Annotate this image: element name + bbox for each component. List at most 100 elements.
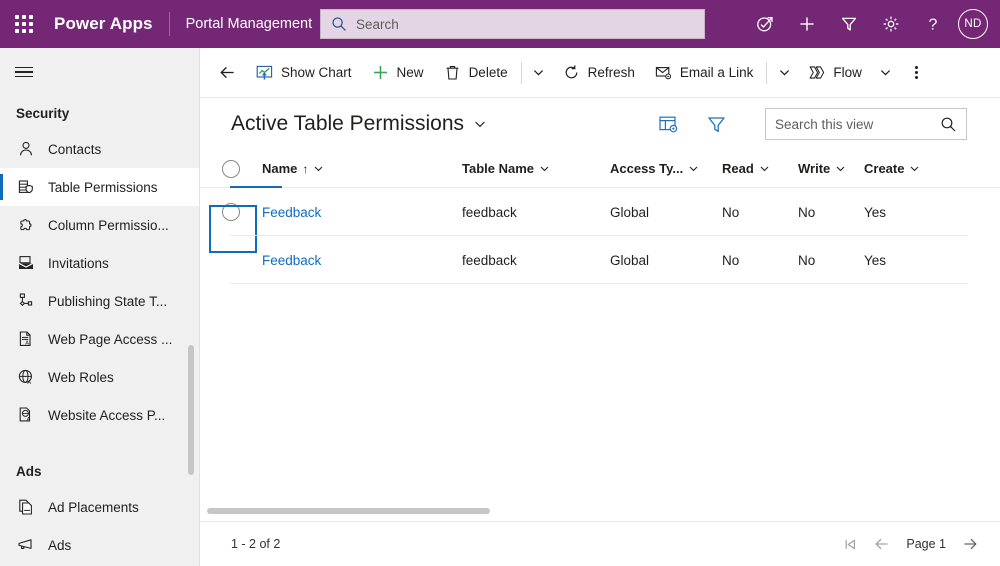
sidebar-item-label: Table Permissions xyxy=(48,179,158,195)
chevron-down-icon xyxy=(759,163,770,174)
row-select-circle-icon[interactable] xyxy=(222,203,240,221)
edit-columns-icon[interactable] xyxy=(655,111,681,137)
table-row[interactable]: Feedback feedback Global No No Yes xyxy=(200,188,1000,253)
nav-group-ads: Ads xyxy=(16,463,42,479)
column-header-table-name[interactable]: Table Name xyxy=(462,161,610,176)
column-header-write[interactable]: Write xyxy=(798,161,864,176)
cell-access-type: Global xyxy=(610,252,650,268)
grid-footer: 1 - 2 of 2 Page 1 xyxy=(200,521,1000,566)
cell-write: No xyxy=(798,252,816,268)
diagnostics-icon[interactable] xyxy=(744,0,786,48)
flow-chevron-down-icon[interactable] xyxy=(872,53,900,93)
column-header-read[interactable]: Read xyxy=(722,161,798,176)
delete-chevron-down-icon[interactable] xyxy=(525,53,553,93)
sidebar-item-label: Ad Placements xyxy=(48,499,139,515)
view-action-group xyxy=(655,111,729,137)
top-header-bar: Power Apps Portal Management Search ? ND xyxy=(0,0,1000,48)
cell-create: Yes xyxy=(864,252,887,268)
app-name-label: Portal Management xyxy=(185,16,313,32)
email-a-link-button[interactable]: Email a Link xyxy=(645,53,764,93)
cell-name[interactable]: Feedback xyxy=(262,253,462,268)
page-title: Active Table Permissions xyxy=(231,112,465,135)
cell-table-name: feedback xyxy=(462,204,517,220)
column-header-create[interactable]: Create xyxy=(864,161,954,176)
megaphone-icon xyxy=(16,535,36,555)
sidebar-item-column-permissions[interactable]: Column Permissio... xyxy=(0,206,199,244)
hamburger-menu-icon[interactable] xyxy=(0,48,48,96)
sidebar-item-label: Column Permissio... xyxy=(48,217,169,233)
column-header-label: Table Name xyxy=(462,161,535,176)
select-all-circle-icon[interactable] xyxy=(222,159,240,178)
trash-delete-icon xyxy=(444,64,461,81)
view-selector[interactable]: Active Table Permissions xyxy=(231,112,487,136)
sidebar-item-label: Web Roles xyxy=(48,369,114,385)
help-icon[interactable]: ? xyxy=(912,0,954,48)
flow-button[interactable]: Flow xyxy=(798,53,872,93)
header-icon-group: ? ND xyxy=(744,0,994,48)
email-link-icon xyxy=(655,64,672,81)
chevron-down-icon xyxy=(539,163,550,174)
search-this-view-input[interactable]: Search this view xyxy=(765,108,967,140)
select-all-cell[interactable] xyxy=(200,159,262,178)
column-header-access-type[interactable]: Access Ty... xyxy=(610,161,722,176)
table-shield-icon xyxy=(16,177,36,197)
plus-icon xyxy=(372,64,389,81)
row-select-cell[interactable] xyxy=(200,203,262,253)
first-page-icon[interactable] xyxy=(834,528,866,560)
sidebar-item-web-page-access-control[interactable]: A Web Page Access ... xyxy=(0,320,199,358)
chevron-down-icon xyxy=(688,163,699,174)
search-icon xyxy=(331,16,347,32)
next-page-icon[interactable] xyxy=(954,528,986,560)
sidebar-item-contacts[interactable]: Contacts xyxy=(0,130,199,168)
sort-ascending-icon: ↑ xyxy=(302,161,309,176)
sidebar-item-ad-placements[interactable]: Ad Placements xyxy=(0,488,199,526)
chevron-down-icon xyxy=(313,163,324,174)
column-header-label: Read xyxy=(722,161,754,176)
record-count-label: 1 - 2 of 2 xyxy=(231,537,281,551)
email-chevron-down-icon[interactable] xyxy=(770,53,798,93)
sidebar-item-website-access-permissions[interactable]: A Website Access P... xyxy=(0,396,199,434)
delete-button[interactable]: Delete xyxy=(434,53,518,93)
sidebar-item-table-permissions[interactable]: Table Permissions xyxy=(0,168,199,206)
more-vertical-icon[interactable] xyxy=(900,53,934,93)
sidebar-item-label: Web Page Access ... xyxy=(48,331,173,347)
show-chart-button[interactable]: Show Chart xyxy=(246,53,362,93)
refresh-button[interactable]: Refresh xyxy=(553,53,645,93)
sidebar-item-ads[interactable]: Ads xyxy=(0,526,199,564)
show-chart-icon xyxy=(256,64,273,81)
chevron-down-icon xyxy=(835,163,846,174)
table-row[interactable]: Feedback feedback Global No No Yes xyxy=(200,236,1000,284)
column-header-label: Create xyxy=(864,161,905,176)
grid-horizontal-scrollbar[interactable] xyxy=(200,505,1000,517)
sidebar-item-web-roles[interactable]: A Web Roles xyxy=(0,358,199,396)
sidebar-item-publishing-state-transitions[interactable]: Publishing State T... xyxy=(0,282,199,320)
contact-person-icon xyxy=(16,139,36,159)
grid-horizontal-scroll-thumb[interactable] xyxy=(207,508,490,514)
global-search-box[interactable]: Search xyxy=(320,9,705,39)
refresh-label: Refresh xyxy=(587,65,635,80)
svg-text:A: A xyxy=(27,380,31,386)
plus-icon[interactable] xyxy=(786,0,828,48)
svg-text:A: A xyxy=(27,417,31,423)
sidebar-scrollbar[interactable] xyxy=(188,345,194,475)
row-select-cell[interactable] xyxy=(200,251,262,269)
edit-filters-icon[interactable] xyxy=(703,111,729,137)
gear-icon[interactable] xyxy=(870,0,912,48)
previous-page-icon[interactable] xyxy=(866,528,898,560)
filter-icon[interactable] xyxy=(828,0,870,48)
column-header-name[interactable]: Name ↑ xyxy=(262,161,462,176)
avatar[interactable]: ND xyxy=(958,9,988,39)
cell-name[interactable]: Feedback xyxy=(262,205,462,220)
sidebar-item-invitations[interactable]: Invitations xyxy=(0,244,199,282)
sidebar-item-label: Contacts xyxy=(48,141,102,157)
row-divider xyxy=(230,283,968,284)
cell-table-name: feedback xyxy=(462,252,517,268)
search-icon xyxy=(940,116,957,133)
app-launcher-waffle-icon[interactable] xyxy=(0,0,48,48)
brand-title: Power Apps xyxy=(54,14,153,33)
new-button[interactable]: New xyxy=(362,53,434,93)
page-access-icon: A xyxy=(16,329,36,349)
back-arrow-icon[interactable] xyxy=(208,53,246,93)
svg-text:?: ? xyxy=(929,16,938,33)
flow-icon xyxy=(808,64,825,81)
